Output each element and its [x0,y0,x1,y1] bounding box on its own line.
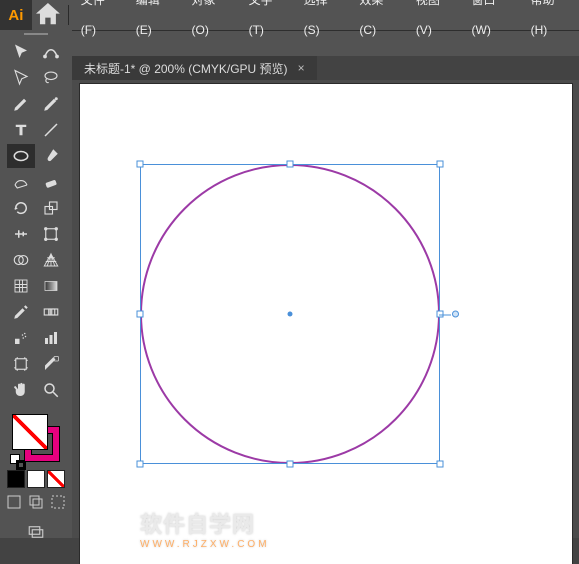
slice-tool[interactable] [37,352,65,376]
draw-inside-icon[interactable] [50,494,66,513]
eyedropper-tool[interactable] [7,300,35,324]
document-tab-title: 未标题-1* @ 200% (CMYK/GPU 预览) [84,60,288,77]
menu-bar: Ai 文件(F) 编辑(E) 对象(O) 文字(T) 选择(S) 效果(C) 视… [0,0,579,30]
artboard[interactable]: 软件自学网 WWW.RJZXW.COM [80,84,572,564]
center-point[interactable] [288,312,293,317]
zoom-tool[interactable] [37,378,65,402]
direct-selection-tool[interactable] [7,66,35,90]
menu-select[interactable]: 选择(S) [296,0,352,45]
app-logo-text: Ai [8,7,23,24]
lasso-tool[interactable] [37,66,65,90]
type-tool[interactable] [7,118,35,142]
selection-tool[interactable] [7,40,35,64]
width-tool[interactable] [7,222,35,246]
pie-handle[interactable] [452,311,459,318]
handle-top-right[interactable] [437,161,444,168]
menu-file[interactable]: 文件(F) [73,0,128,45]
menu-window[interactable]: 窗口(W) [464,0,523,45]
document-tabstrip: 未标题-1* @ 200% (CMYK/GPU 预览) × [72,56,579,80]
handle-top-mid[interactable] [287,161,294,168]
menu-object[interactable]: 对象(O) [184,0,241,45]
draw-normal-icon[interactable] [6,494,22,513]
perspective-grid-tool[interactable] [37,248,65,272]
watermark-text: 软件自学网 [140,512,255,537]
fill-swatch[interactable] [12,414,48,450]
add-anchor-tool[interactable] [37,92,65,116]
draw-mode-row [0,494,72,513]
home-icon[interactable] [32,0,64,30]
eraser-tool[interactable] [37,170,65,194]
menu-help[interactable]: 帮助(H) [523,0,579,45]
handle-bottom-mid[interactable] [287,461,294,468]
panel-grip[interactable] [0,30,72,38]
line-tool[interactable] [37,118,65,142]
shaper-tool[interactable] [7,170,35,194]
screen-mode-row [0,521,72,543]
gradient-tool[interactable] [37,274,65,298]
symbol-sprayer-tool[interactable] [7,326,35,350]
menu-type[interactable]: 文字(T) [241,0,296,45]
color-gradient-button[interactable] [27,470,45,488]
screen-mode-button[interactable] [22,521,50,543]
scale-tool[interactable] [37,196,65,220]
handle-mid-left[interactable] [137,311,144,318]
rotate-tool[interactable] [7,196,35,220]
menu-list: 文件(F) 编辑(E) 对象(O) 文字(T) 选择(S) 效果(C) 视图(V… [73,0,579,45]
shape-builder-tool[interactable] [7,248,35,272]
handle-top-left[interactable] [137,161,144,168]
menu-effect[interactable]: 效果(C) [351,0,407,45]
handle-bottom-right[interactable] [437,461,444,468]
close-icon[interactable]: × [298,61,305,75]
toolbox-panel [0,30,72,538]
curvature-tool[interactable] [37,40,65,64]
ellipse-tool[interactable] [7,144,35,168]
document-tab[interactable]: 未标题-1* @ 200% (CMYK/GPU 预览) × [72,56,317,80]
color-mode-row [0,470,72,488]
watermark-url: WWW.RJZXW.COM [140,539,270,550]
free-transform-tool[interactable] [37,222,65,246]
color-none-button[interactable] [47,470,65,488]
menu-edit[interactable]: 编辑(E) [128,0,184,45]
separator [68,5,69,25]
mesh-tool[interactable] [7,274,35,298]
menu-view[interactable]: 视图(V) [408,0,464,45]
watermark: 软件自学网 WWW.RJZXW.COM [140,507,270,550]
selected-object[interactable] [140,164,440,464]
app-logo[interactable]: Ai [0,0,32,30]
blend-tool[interactable] [37,300,65,324]
toolbox [0,38,72,404]
document-area: 未标题-1* @ 200% (CMYK/GPU 预览) × 软件自学网 WWW.… [72,56,579,538]
handle-bottom-left[interactable] [137,461,144,468]
fill-stroke-swatch[interactable] [8,410,64,466]
color-solid-button[interactable] [7,470,25,488]
artboard-tool[interactable] [7,352,35,376]
draw-behind-icon[interactable] [28,494,44,513]
column-graph-tool[interactable] [37,326,65,350]
hand-tool[interactable] [7,378,35,402]
pen-tool[interactable] [7,92,35,116]
paintbrush-tool[interactable] [37,144,65,168]
